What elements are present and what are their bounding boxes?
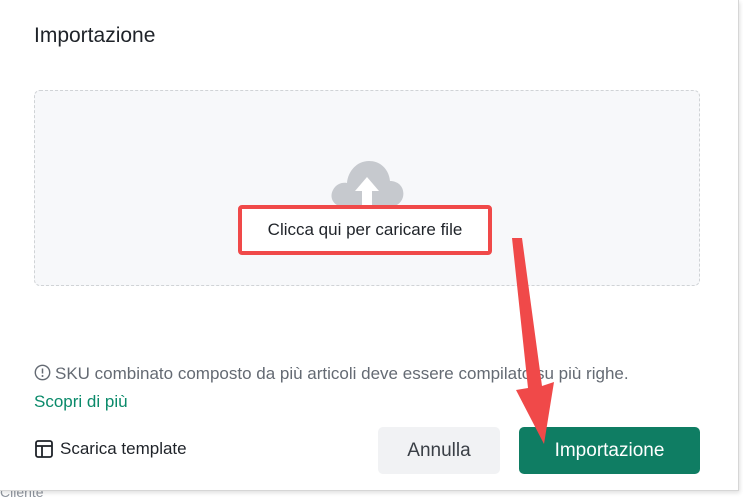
import-button[interactable]: Importazione <box>519 427 700 474</box>
combined-sku-note: SKU combinato composto da più articoli d… <box>34 360 674 416</box>
download-template-label: Scarica template <box>60 439 187 458</box>
import-dialog: Importazione Clicca qui per caricare fil… <box>0 0 739 491</box>
layout-icon <box>35 440 53 458</box>
info-circle-icon <box>34 364 51 381</box>
cancel-button[interactable]: Annulla <box>378 427 500 474</box>
learn-more-link[interactable]: Scopri di più <box>34 392 128 411</box>
upload-file-button[interactable]: Clicca qui per caricare file <box>238 205 492 255</box>
dialog-title: Importazione <box>34 24 156 47</box>
upload-dropzone[interactable]: Clicca qui per caricare file <box>34 90 700 286</box>
download-template-button[interactable]: Scarica template <box>34 439 187 459</box>
note-text: SKU combinato composto da più articoli d… <box>55 364 629 383</box>
